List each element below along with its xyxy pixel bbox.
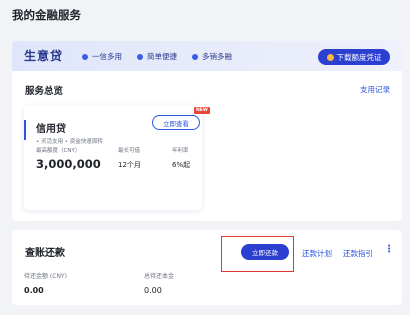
max-term-label: 最长可借 bbox=[118, 148, 141, 154]
more-vertical-icon[interactable]: ⋮ bbox=[384, 245, 394, 255]
credit-loan-title: 信用贷 bbox=[36, 124, 66, 135]
product-banner: 生意贷 一信多用 简单便捷 多销多融 下载额度凭证 bbox=[12, 41, 402, 71]
banner-feature: 多销多融 bbox=[192, 51, 232, 62]
repayment-title: 查账还款 bbox=[25, 248, 65, 259]
download-credit-voucher-button[interactable]: 下载额度凭证 bbox=[318, 49, 390, 65]
view-now-button[interactable]: 立即查看 bbox=[152, 115, 200, 130]
check-dot-icon bbox=[137, 53, 143, 60]
new-badge: NEW bbox=[194, 107, 210, 114]
principal-due-label: 总待还本金 bbox=[144, 273, 175, 280]
check-dot-icon bbox=[192, 53, 198, 60]
service-card: 生意贷 一信多用 简单便捷 多销多融 下载额度凭证 服务总览 支用记录 信用贷 … bbox=[12, 41, 402, 221]
max-limit-label: 最高额度（CNY） bbox=[36, 148, 81, 154]
annual-rate-value: 6%起 bbox=[172, 161, 191, 169]
page-title: 我的金融服务 bbox=[12, 8, 81, 22]
repayment-plan-link[interactable]: 还款计划 bbox=[302, 248, 332, 259]
max-limit-value: 3,000,000 bbox=[36, 157, 101, 171]
banner-feature: 一信多用 bbox=[82, 51, 122, 62]
amount-due-label: 待还金额 (CNY) bbox=[24, 273, 67, 280]
check-dot-icon bbox=[82, 53, 88, 60]
principal-due-value: 0.00 bbox=[144, 286, 162, 295]
banner-brand: 生意贷 bbox=[24, 49, 64, 63]
max-term-value: 12个月 bbox=[118, 161, 141, 169]
repayment-guide-link[interactable]: 还款指引 bbox=[343, 248, 373, 259]
repayment-card: 查账还款 立即还款 还款计划 还款指引 ⋮ 待还金额 (CNY) 0.00 总待… bbox=[12, 230, 402, 305]
accent-bar bbox=[24, 120, 26, 140]
credit-loan-tags: • 灵活支用 • 资金快速周转 bbox=[36, 139, 103, 145]
amount-due-value: 0.00 bbox=[24, 286, 44, 295]
overview-title: 服务总览 bbox=[25, 86, 64, 97]
banner-feature: 简单便捷 bbox=[137, 51, 177, 62]
medal-icon bbox=[326, 53, 334, 61]
repay-now-highlight bbox=[221, 236, 294, 272]
drawdown-records-link[interactable]: 支用记录 bbox=[360, 84, 390, 95]
annual-rate-label: 年利率 bbox=[172, 148, 189, 154]
